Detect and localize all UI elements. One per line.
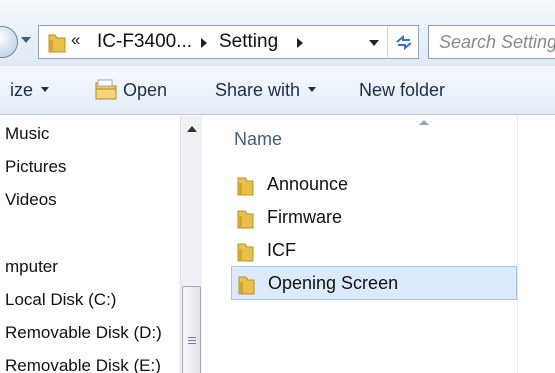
nav-item-removable-disk-e[interactable]: Removable Disk (E:) [5, 356, 161, 373]
breadcrumb-arrow-icon[interactable] [297, 38, 303, 48]
folder-name: Announce [267, 174, 349, 194]
nav-item-videos[interactable]: Videos [5, 190, 57, 210]
search-input[interactable]: Search Setting [428, 25, 555, 59]
address-overflow-chevron[interactable]: « [71, 30, 80, 50]
list-item-selected[interactable]: Opening Screen [231, 266, 517, 300]
back-button[interactable] [0, 26, 18, 58]
file-list: Name Announce Firmware ICF Opening Scree… [203, 116, 555, 373]
breadcrumb-segment[interactable]: IC-F3400... [97, 31, 192, 53]
folder-icon [237, 242, 257, 267]
nav-item-computer[interactable]: mputer [5, 257, 58, 277]
scrollbar-thumb[interactable] [182, 286, 201, 373]
list-item[interactable]: Announce [231, 168, 517, 202]
breadcrumb-arrow-icon[interactable] [201, 38, 207, 48]
breadcrumb-segment[interactable]: Setting [219, 31, 278, 53]
navigation-pane: Music Pictures Videos mputer Local Disk … [0, 116, 202, 373]
recent-pages-dropdown-icon[interactable] [21, 37, 31, 43]
folder-name: Firmware [267, 207, 342, 227]
list-item[interactable]: Firmware [231, 201, 517, 235]
folder-icon [237, 176, 257, 201]
nav-item-local-disk-c[interactable]: Local Disk (C:) [5, 290, 116, 310]
grip-icon [188, 337, 196, 344]
folder-icon [237, 209, 257, 234]
chevron-down-icon [308, 86, 317, 92]
address-row: « IC-F3400... Setting Search Setting [0, 0, 555, 66]
folder-name: ICF [267, 240, 296, 260]
open-app-icon[interactable] [93, 78, 119, 107]
address-dropdown-icon[interactable] [369, 40, 379, 46]
nav-item-music[interactable]: Music [5, 124, 49, 144]
share-with-label: Share with [215, 80, 301, 100]
column-header-name[interactable]: Name [234, 129, 282, 150]
chevron-down-icon [41, 86, 50, 92]
address-bar[interactable]: « IC-F3400... Setting [38, 25, 419, 59]
navigation-scrollbar[interactable] [180, 116, 202, 373]
nav-item-removable-disk-d[interactable]: Removable Disk (D:) [5, 323, 162, 343]
list-item[interactable]: ICF [231, 234, 517, 268]
search-placeholder: Search Setting [439, 32, 555, 52]
scroll-up-icon[interactable] [187, 126, 197, 132]
refresh-icon[interactable] [387, 27, 419, 57]
folder-icon [47, 32, 67, 59]
organize-label: ize [10, 80, 34, 100]
sort-ascending-icon [419, 120, 429, 125]
share-with-button[interactable]: Share with [215, 80, 317, 101]
organize-button[interactable]: ize [10, 80, 50, 101]
column-divider[interactable] [517, 116, 518, 373]
folder-icon [238, 275, 258, 300]
folder-name: Opening Screen [268, 273, 399, 293]
command-bar: ize Open Share with New folder [0, 66, 555, 115]
new-folder-button[interactable]: New folder [359, 80, 445, 101]
open-button[interactable]: Open [123, 80, 167, 101]
nav-item-pictures[interactable]: Pictures [5, 157, 66, 177]
